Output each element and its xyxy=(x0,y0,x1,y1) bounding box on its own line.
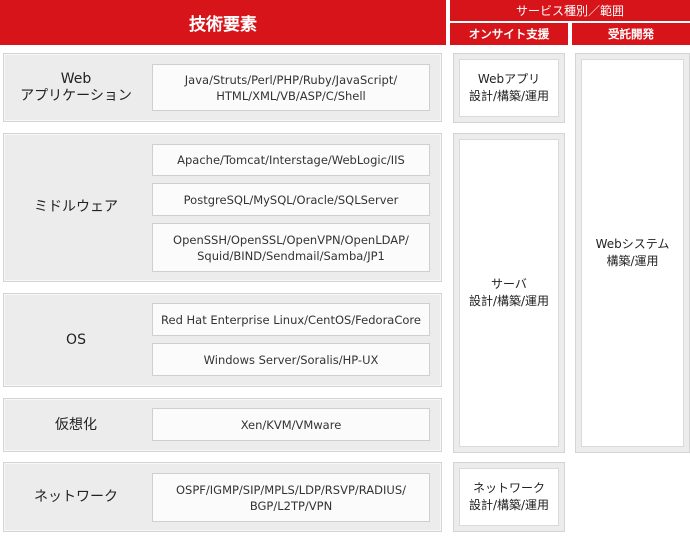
service-web-system: Webシステム 構築/運用 xyxy=(575,53,690,453)
row-network: ネットワーク OSPF/IGMP/SIP/MPLS/LDP/RSVP/RADIU… xyxy=(3,462,442,532)
service-label: ネットワーク 設計/構築/運用 xyxy=(459,468,559,526)
tech-item: OpenSSH/OpenSSL/OpenVPN/OpenLDAP/ Squid/… xyxy=(152,223,430,272)
tech-item: Apache/Tomcat/Interstage/WebLogic/IIS xyxy=(152,144,430,176)
category-label: Web アプリケーション xyxy=(20,70,132,104)
service-label: Webシステム 構築/運用 xyxy=(581,59,684,447)
category-label: OS xyxy=(66,331,86,348)
tech-item: Red Hat Enterprise Linux/CentOS/FedoraCo… xyxy=(152,303,430,336)
row-virtualization: 仮想化 Xen/KVM/VMware xyxy=(3,398,442,452)
row-os: OS Red Hat Enterprise Linux/CentOS/Fedor… xyxy=(3,293,442,387)
service-web-app: Webアプリ 設計/構築/運用 xyxy=(453,53,565,123)
tech-item: OSPF/IGMP/SIP/MPLS/LDP/RSVP/RADIUS/ BGP/… xyxy=(152,473,430,522)
category-label: ミドルウェア xyxy=(34,199,118,215)
tech-item: PostgreSQL/MySQL/Oracle/SQLServer xyxy=(152,183,430,216)
category-label: 仮想化 xyxy=(55,416,97,433)
row-middleware: ミドルウェア Apache/Tomcat/Interstage/WebLogic… xyxy=(3,133,442,282)
row-web-application: Web アプリケーション Java/Struts/Perl/PHP/Ruby/J… xyxy=(3,53,442,122)
service-label: サーバ 設計/構築/運用 xyxy=(459,139,559,447)
category-label: ネットワーク xyxy=(34,488,118,505)
tech-item: Xen/KVM/VMware xyxy=(152,408,430,441)
header-service-scope: サービス種別／範囲 xyxy=(450,0,690,21)
header-contract-development: 受託開発 xyxy=(572,23,690,45)
service-network: ネットワーク 設計/構築/運用 xyxy=(453,462,565,532)
header-tech-elements: 技術要素 xyxy=(0,0,446,45)
service-label: Webアプリ 設計/構築/運用 xyxy=(459,59,559,117)
tech-item: Windows Server/Soralis/HP-UX xyxy=(152,343,430,376)
service-server: サーバ 設計/構築/運用 xyxy=(453,133,565,453)
tech-item: Java/Struts/Perl/PHP/Ruby/JavaScript/ HT… xyxy=(152,64,430,111)
header-onsite-support: オンサイト支援 xyxy=(450,23,568,45)
